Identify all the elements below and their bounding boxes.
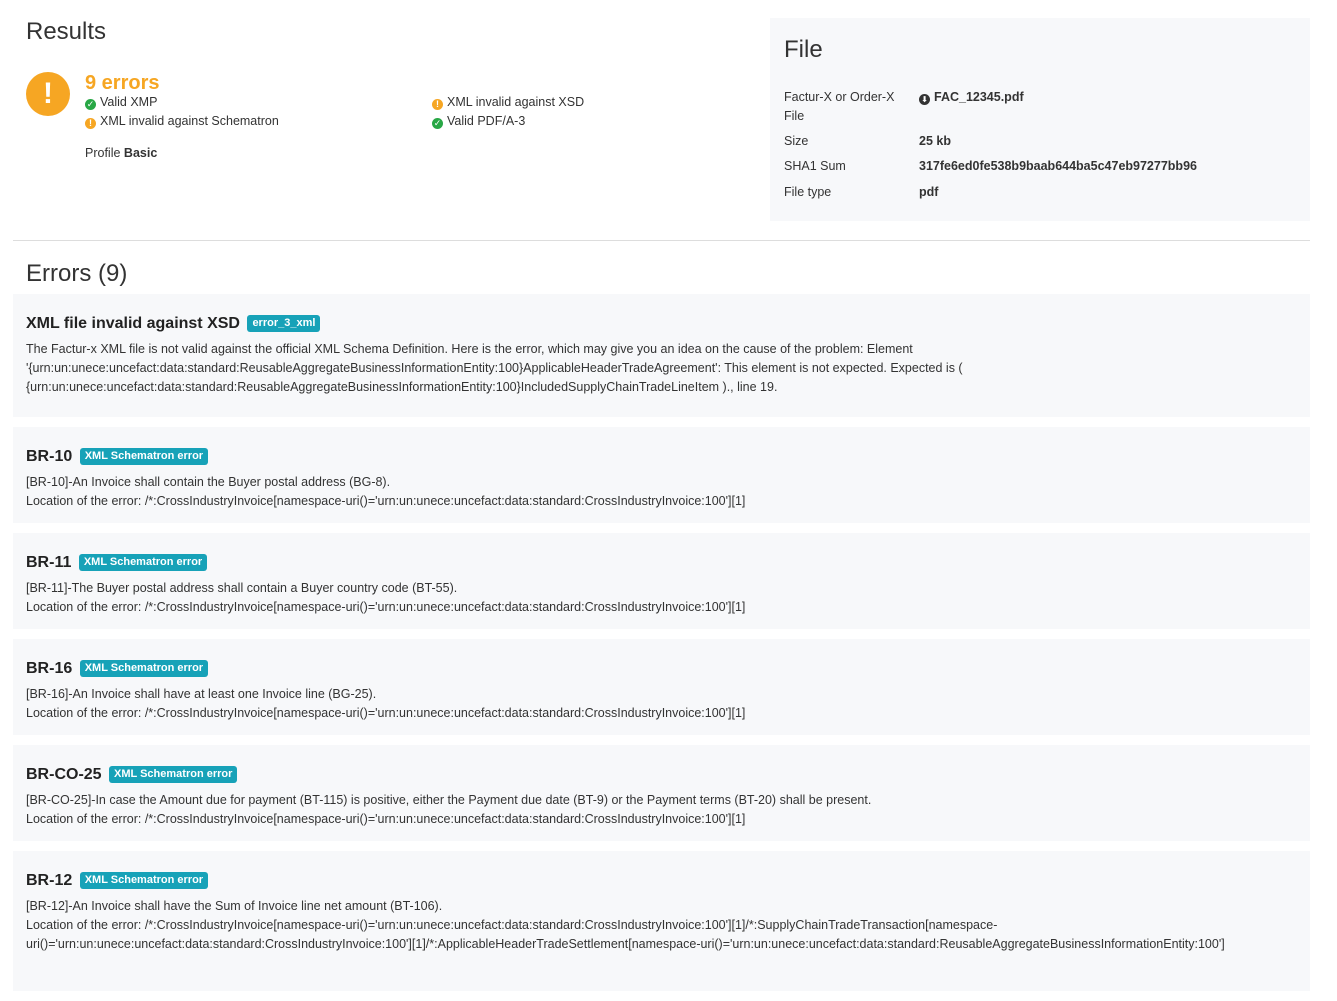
errors-summary: 9 errors	[85, 72, 160, 94]
error-line: [BR-CO-25]-In case the Amount due for pa…	[26, 793, 872, 807]
error-line: [BR-10]-An Invoice shall contain the Buy…	[26, 475, 391, 489]
profile: Profile Basic	[85, 146, 157, 160]
file-row-key: File type	[784, 185, 832, 199]
error-line: Location of the error: /*:CrossIndustryI…	[26, 918, 1225, 951]
exclamation-circle-icon: !	[85, 118, 96, 129]
results-title: Results	[26, 18, 107, 45]
error-badge: error_3_xml	[247, 315, 321, 332]
error-title: BR-10 XML Schematron error	[26, 447, 1297, 467]
file-panel: File Factur-X or Order-X File ⬇ FAC_12345…	[770, 18, 1310, 221]
error-title: BR-12 XML Schematron error	[26, 871, 1297, 891]
error-card: BR-10 XML Schematron error [BR-10]-An In…	[13, 427, 1310, 523]
error-line: [BR-12]-An Invoice shall have the Sum of…	[26, 899, 443, 913]
check-label: Valid PDF/A-3	[447, 114, 526, 128]
file-download-link[interactable]: ⬇ FAC_12345.pdf	[919, 88, 1024, 107]
error-card: BR-16 XML Schematron error [BR-16]-An In…	[13, 639, 1310, 735]
error-title: XML file invalid against XSD error_3_xml	[26, 314, 1297, 334]
check-schematron: ! XML invalid against Schematron	[85, 114, 279, 129]
error-line: [BR-16]-An Invoice shall have at least o…	[26, 687, 377, 701]
error-card: XML file invalid against XSD error_3_xml…	[13, 294, 1310, 417]
error-line: Location of the error: /*:CrossIndustryI…	[26, 812, 746, 826]
file-row-key: Factur-X or Order-X File	[784, 90, 895, 123]
error-title: BR-16 XML Schematron error	[26, 659, 1297, 679]
file-title: File	[784, 36, 823, 63]
error-badge: XML Schematron error	[109, 766, 238, 783]
error-code: BR-16	[26, 660, 73, 677]
section-divider	[13, 240, 1310, 241]
file-name: FAC_12345.pdf	[934, 90, 1024, 104]
error-line: Location of the error: /*:CrossIndustryI…	[26, 600, 746, 614]
error-card: BR-12 XML Schematron error [BR-12]-An In…	[13, 851, 1310, 991]
check-label: XML invalid against Schematron	[100, 114, 279, 128]
error-line: The Factur-x XML file is not valid again…	[26, 342, 963, 394]
results-section: Results ! 9 errors ✓ Valid XMP ! XML inval…	[26, 18, 746, 160]
download-icon: ⬇	[919, 94, 930, 105]
error-card: BR-CO-25 XML Schematron error [BR-CO-25]…	[13, 745, 1310, 841]
file-row-key: Size	[784, 134, 809, 148]
error-line: Location of the error: /*:CrossIndustryI…	[26, 494, 746, 508]
warning-icon: !	[26, 72, 70, 116]
error-title: BR-CO-25 XML Schematron error	[26, 765, 1297, 785]
error-badge: XML Schematron error	[79, 660, 209, 677]
errors-list: XML file invalid against XSD error_3_xml…	[13, 294, 1310, 1001]
error-code: BR-10	[26, 448, 73, 465]
errors-title: Errors (9)	[26, 260, 128, 287]
error-badge: XML Schematron error	[78, 554, 208, 571]
error-line: Location of the error: /*:CrossIndustryI…	[26, 706, 746, 720]
error-card: BR-11 XML Schematron error [BR-11]-The B…	[13, 533, 1310, 629]
file-row-key: SHA1 Sum	[784, 159, 846, 173]
error-badge: XML Schematron error	[79, 448, 209, 465]
error-code: XML file invalid against XSD	[26, 315, 240, 332]
check-label: Valid XMP	[100, 95, 158, 109]
check-pdfa: ✓ Valid PDF/A-3	[432, 114, 525, 129]
exclamation-circle-icon: !	[432, 99, 443, 110]
check-circle-icon: ✓	[85, 99, 96, 110]
check-xsd: ! XML invalid against XSD	[432, 95, 584, 110]
profile-label: Profile	[85, 146, 121, 160]
file-row-value: 317fe6ed0fe538b9baab644ba5c47eb97277bb96	[919, 159, 1197, 173]
check-label: XML invalid against XSD	[447, 95, 585, 109]
error-line: [BR-11]-The Buyer postal address shall c…	[26, 581, 458, 595]
error-code: BR-11	[26, 554, 72, 571]
profile-value: Basic	[123, 146, 158, 160]
file-row-value: 25 kb	[919, 134, 951, 148]
error-code: BR-CO-25	[26, 766, 102, 783]
error-code: BR-12	[26, 872, 73, 889]
check-valid-xmp: ✓ Valid XMP	[85, 95, 157, 110]
check-circle-icon: ✓	[432, 118, 443, 129]
error-badge: XML Schematron error	[79, 872, 209, 889]
file-row-value: pdf	[919, 185, 939, 199]
error-title: BR-11 XML Schematron error	[26, 553, 1297, 573]
